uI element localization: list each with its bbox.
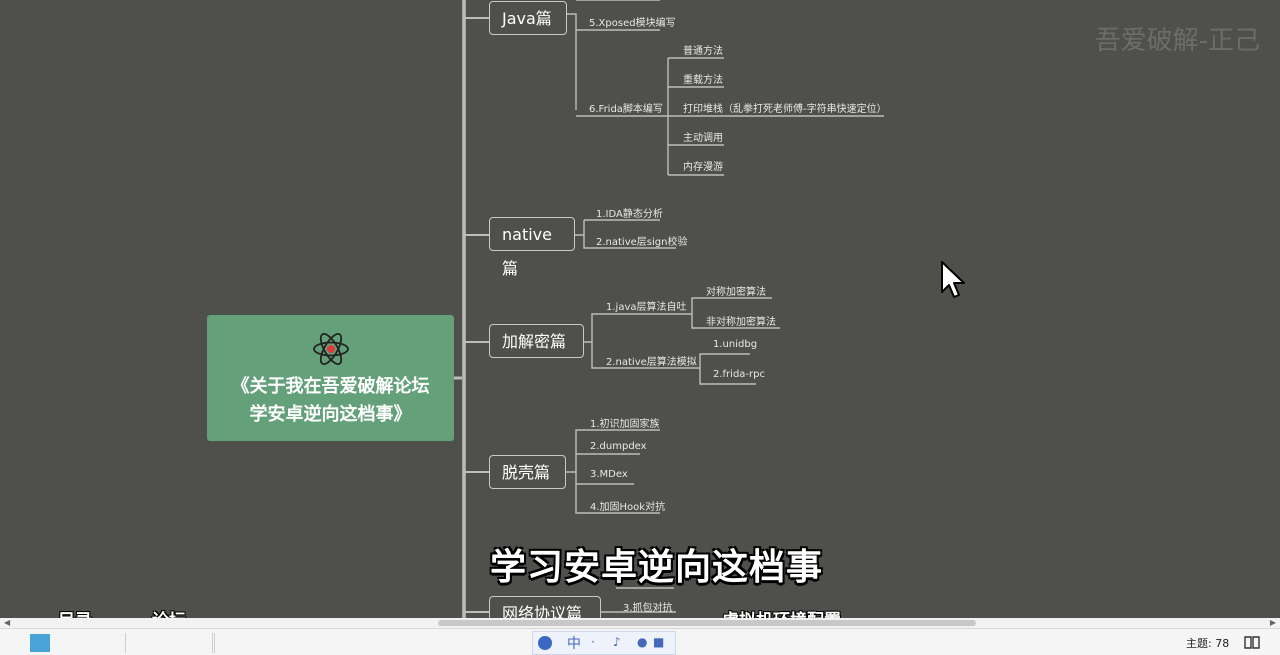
status-accent-block [30, 634, 50, 652]
ime-voice-icon[interactable]: ♪ [613, 635, 621, 649]
leaf-packer-family[interactable]: 1.初识加固家族 [590, 415, 660, 430]
status-bar: 中 · ♪ ● ■ 主题: 78 [0, 628, 1280, 655]
root-title: 《关于我在吾爱破解论坛学安卓逆向这档事》 [231, 376, 430, 425]
topic-count: 主题: 78 [1186, 637, 1230, 650]
book-icon[interactable] [1244, 634, 1260, 650]
leaf-capture[interactable]: 3.抓包对抗 [623, 599, 673, 614]
leaf-mdex[interactable]: 3.MDex [590, 469, 628, 480]
scroll-left-icon[interactable]: ◀ [4, 618, 10, 628]
status-segment [50, 633, 126, 653]
category-native[interactable]: native篇 [489, 217, 575, 278]
leaf-frida-overload[interactable]: 重载方法 [683, 71, 723, 86]
leaf-frida-normal[interactable]: 普通方法 [683, 42, 723, 57]
category-network[interactable]: 网络协议篇 [489, 596, 601, 618]
leaf-ida[interactable]: 1.IDA静态分析 [596, 205, 663, 220]
category-crypto[interactable]: 加解密篇 [489, 324, 584, 358]
leaf-frida[interactable]: 6.Frida脚本编写 [589, 100, 663, 115]
leaf-native-sign[interactable]: 2.native层sign校验 [596, 233, 687, 248]
leaf-frida-memory[interactable]: 内存漫游 [683, 158, 723, 173]
mindmap-canvas[interactable]: 吾爱破解-正己 《关于我在吾爱破解论坛学安卓逆向这档事》 Java篇 nativ… [0, 0, 1280, 618]
ime-toolbar[interactable]: 中 · ♪ ● ■ [532, 631, 676, 655]
horizontal-scrollbar[interactable]: ◀ ▶ [0, 618, 1280, 628]
category-unpack[interactable]: 脱壳篇 [489, 455, 566, 489]
leaf-java-algo[interactable]: 1.java层算法自吐 [606, 298, 687, 313]
leaf-frida-active[interactable]: 主动调用 [683, 129, 723, 144]
ime-skin-icon[interactable]: ■ [653, 635, 664, 649]
ime-user-icon[interactable]: ● [637, 635, 647, 649]
caption-toc: 目录 [58, 606, 92, 618]
video-subtitle: 学习安卓逆向这档事 [490, 547, 824, 588]
leaf-frida-rpc[interactable]: 2.frida-rpc [713, 369, 765, 380]
leaf-unidbg[interactable]: 1.unidbg [713, 339, 757, 350]
scroll-right-icon[interactable]: ▶ [1270, 618, 1276, 628]
status-segment [126, 633, 213, 653]
ime-mode-chinese[interactable]: 中 [567, 633, 581, 653]
scrollbar-thumb[interactable] [438, 620, 976, 626]
status-segment [213, 633, 215, 653]
leaf-symmetric[interactable]: 对称加密算法 [706, 283, 766, 298]
leaf-xposed[interactable]: 5.Xposed模块编写 [589, 14, 676, 29]
watermark-text: 吾爱破解-正己 [1094, 26, 1260, 56]
ime-punctuation[interactable]: · [591, 635, 595, 649]
ime-logo-icon [538, 636, 552, 650]
leaf-asymmetric[interactable]: 非对称加密算法 [706, 313, 776, 328]
caption-forum: 论坛 [152, 606, 186, 618]
leaf-frida-stack[interactable]: 打印堆栈（乱拳打死老师傅-字符串快速定位） [683, 100, 887, 115]
leaf-dumpdex[interactable]: 2.dumpdex [590, 441, 647, 452]
category-java[interactable]: Java篇 [489, 1, 567, 35]
leaf-native-algo[interactable]: 2.native层算法模拟 [606, 353, 697, 368]
caption-vm: 虚拟机环境配置 [722, 606, 841, 618]
root-node[interactable]: 《关于我在吾爱破解论坛学安卓逆向这档事》 [207, 315, 454, 441]
atom-icon [312, 333, 349, 365]
mouse-cursor-icon [941, 261, 965, 298]
leaf-hook-against[interactable]: 4.加固Hook对抗 [590, 498, 665, 513]
